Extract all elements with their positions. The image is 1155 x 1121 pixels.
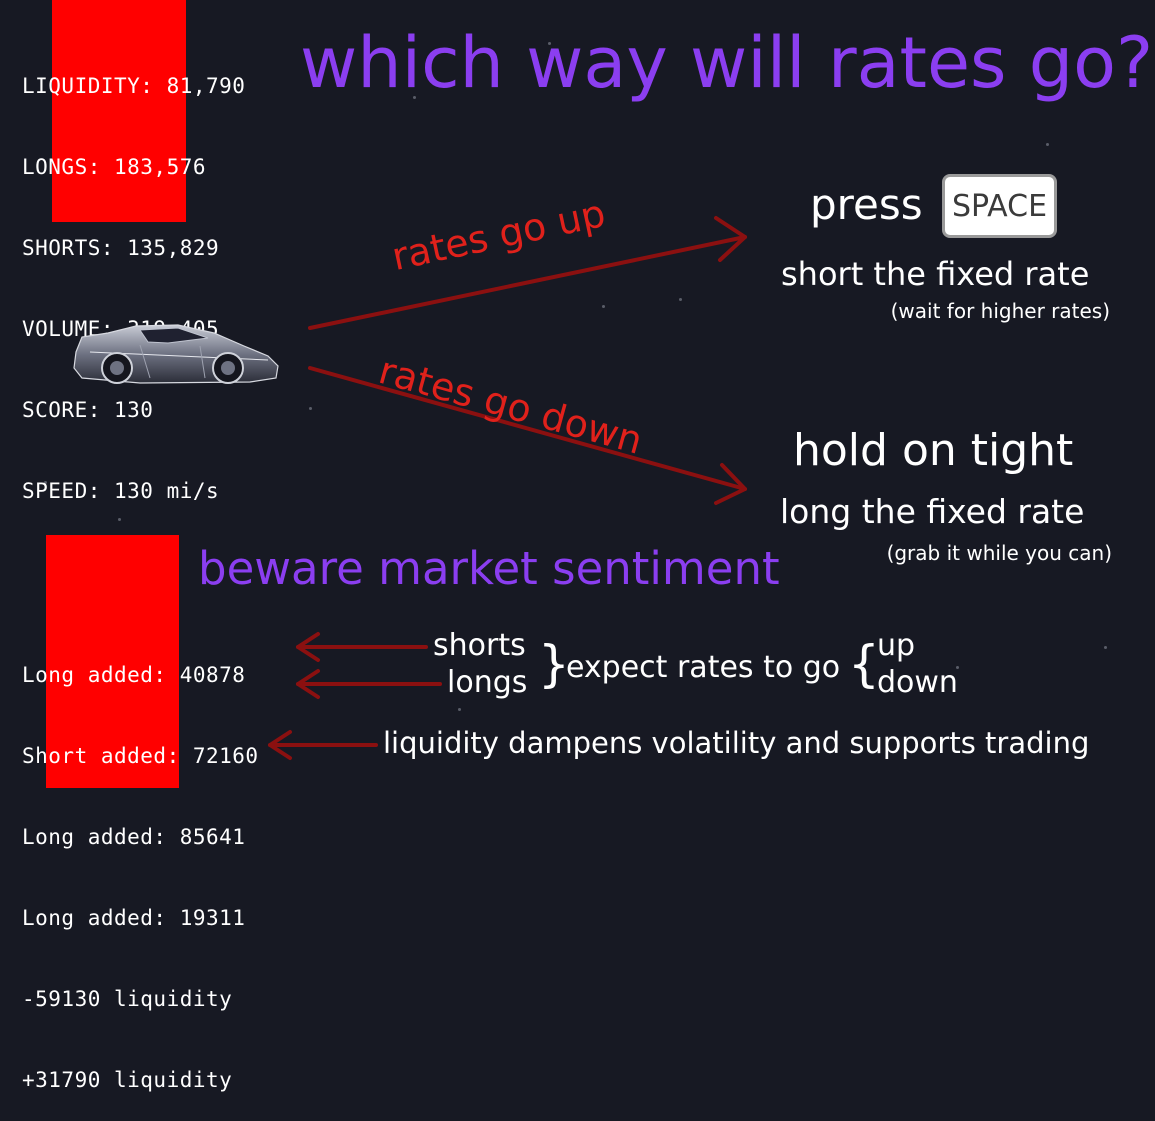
log-line: Long added: 85641: [22, 825, 246, 849]
legend-down: down: [877, 665, 958, 700]
press-label: press: [810, 180, 923, 229]
log-line: Long added: 40878: [22, 663, 246, 687]
right-brace: {: [848, 635, 880, 693]
liquidity-note: liquidity dampens volatility and support…: [383, 726, 1090, 760]
car-sprite: [73, 324, 279, 384]
legend-shorts: shorts: [433, 628, 526, 663]
log-line: -59130 liquidity: [22, 987, 233, 1011]
arrow-shorts: [296, 632, 428, 662]
space-key-icon[interactable]: SPACE: [942, 174, 1057, 238]
legend-expect: expect rates to go: [566, 650, 841, 685]
event-log: Long added: 40878 Short added: 72160 Lon…: [22, 608, 259, 1121]
arrow-longs: [296, 669, 442, 699]
legend-up: up: [877, 628, 916, 663]
hold-on-tight-label: hold on tight: [793, 425, 1074, 476]
long-action-label: long the fixed rate: [780, 492, 1085, 531]
short-action-label: short the fixed rate: [781, 255, 1090, 293]
short-action-note: (wait for higher rates): [890, 299, 1110, 323]
sentiment-heading: beware market sentiment: [198, 542, 780, 595]
log-line: Long added: 19311: [22, 906, 246, 930]
arrow-liquidity: [268, 730, 378, 760]
long-action-note: (grab it while you can): [886, 541, 1112, 565]
log-line: Short added: 72160: [22, 744, 259, 768]
log-line: +31790 liquidity: [22, 1068, 233, 1092]
legend-longs: longs: [447, 665, 528, 700]
